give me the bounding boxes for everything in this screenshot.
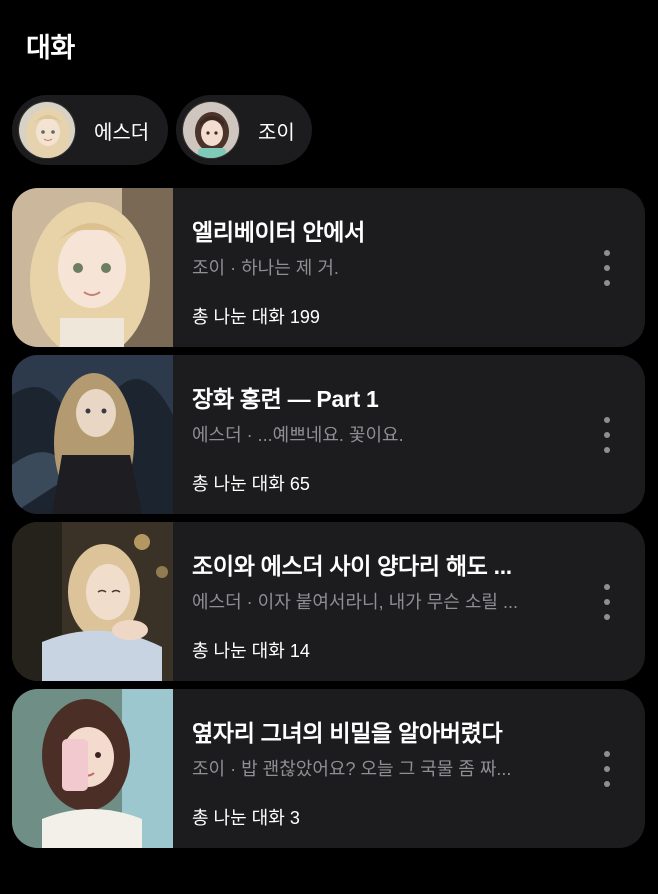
conversation-info: 장화 홍련 — Part 1 에스더 · ...예쁘네요. 꽃이요. 총 나눈 … [173, 355, 645, 514]
conversation-card[interactable]: 엘리베이터 안에서 조이 · 하나는 제 거. 총 나눈 대화 199 [12, 188, 645, 347]
conversation-title: 조이와 에스더 사이 양다리 해도 ... [192, 553, 512, 579]
conversation-card[interactable]: 옆자리 그녀의 비밀을 알아버렸다 조이 · 밥 괜찮았어요? 오늘 그 국물 … [12, 689, 645, 848]
conversation-card[interactable]: 장화 홍련 — Part 1 에스더 · ...예쁘네요. 꽃이요. 총 나눈 … [12, 355, 645, 514]
conversation-info: 옆자리 그녀의 비밀을 알아버렸다 조이 · 밥 괜찮았어요? 오늘 그 국물 … [173, 689, 645, 848]
last-message: 에스더 · ...예쁘네요. 꽃이요. [192, 425, 404, 445]
conversation-title: 옆자리 그녀의 비밀을 알아버렸다 [192, 720, 503, 746]
conversation-thumbnail [12, 188, 173, 347]
conversation-info: 조이와 에스더 사이 양다리 해도 ... 에스더 · 이자 붙여서라니, 내가… [173, 522, 645, 681]
character-chip-joy[interactable]: 조이 [176, 95, 312, 165]
message-count: 총 나눈 대화 3 [192, 804, 300, 830]
message-count-label: 총 나눈 대화 [192, 808, 285, 828]
message-count-value: 199 [289, 307, 320, 327]
more-vertical-icon[interactable] [599, 751, 615, 787]
avatar [18, 101, 76, 159]
more-vertical-icon[interactable] [599, 417, 615, 453]
avatar [182, 101, 240, 159]
page-title: 대화 [26, 33, 75, 63]
character-name: 에스더 [94, 121, 150, 144]
message-count-value: 3 [289, 808, 300, 828]
character-chips: 에스더 조이 [12, 95, 312, 165]
last-message: 조이 · 밥 괜찮았어요? 오늘 그 국물 좀 짜... [192, 759, 512, 779]
message-count-value: 14 [289, 641, 310, 661]
conversation-thumbnail [12, 522, 173, 681]
conversations-screen: 대화 에스더 조이 엘리베이터 안에서 조이 · 하나는 제 거. 총 나눈 대… [0, 0, 658, 894]
message-count-label: 총 나눈 대화 [192, 474, 285, 494]
more-vertical-icon[interactable] [599, 250, 615, 286]
character-name: 조이 [258, 121, 295, 144]
last-message: 조이 · 하나는 제 거. [192, 258, 339, 278]
message-count: 총 나눈 대화 199 [192, 303, 320, 329]
conversation-title: 엘리베이터 안에서 [192, 219, 365, 245]
message-count: 총 나눈 대화 14 [192, 637, 310, 663]
conversation-thumbnail [12, 689, 173, 848]
character-chip-esther[interactable]: 에스더 [12, 95, 168, 165]
conversation-title: 장화 홍련 — Part 1 [192, 386, 379, 412]
message-count-label: 총 나눈 대화 [192, 307, 285, 327]
conversation-card[interactable]: 조이와 에스더 사이 양다리 해도 ... 에스더 · 이자 붙여서라니, 내가… [12, 522, 645, 681]
more-vertical-icon[interactable] [599, 584, 615, 620]
last-message: 에스더 · 이자 붙여서라니, 내가 무슨 소릴 ... [192, 592, 518, 612]
message-count-value: 65 [289, 474, 310, 494]
conversation-list: 엘리베이터 안에서 조이 · 하나는 제 거. 총 나눈 대화 199 장화 홍… [12, 188, 645, 856]
conversation-info: 엘리베이터 안에서 조이 · 하나는 제 거. 총 나눈 대화 199 [173, 188, 645, 347]
conversation-thumbnail [12, 355, 173, 514]
message-count-label: 총 나눈 대화 [192, 641, 285, 661]
message-count: 총 나눈 대화 65 [192, 470, 310, 496]
